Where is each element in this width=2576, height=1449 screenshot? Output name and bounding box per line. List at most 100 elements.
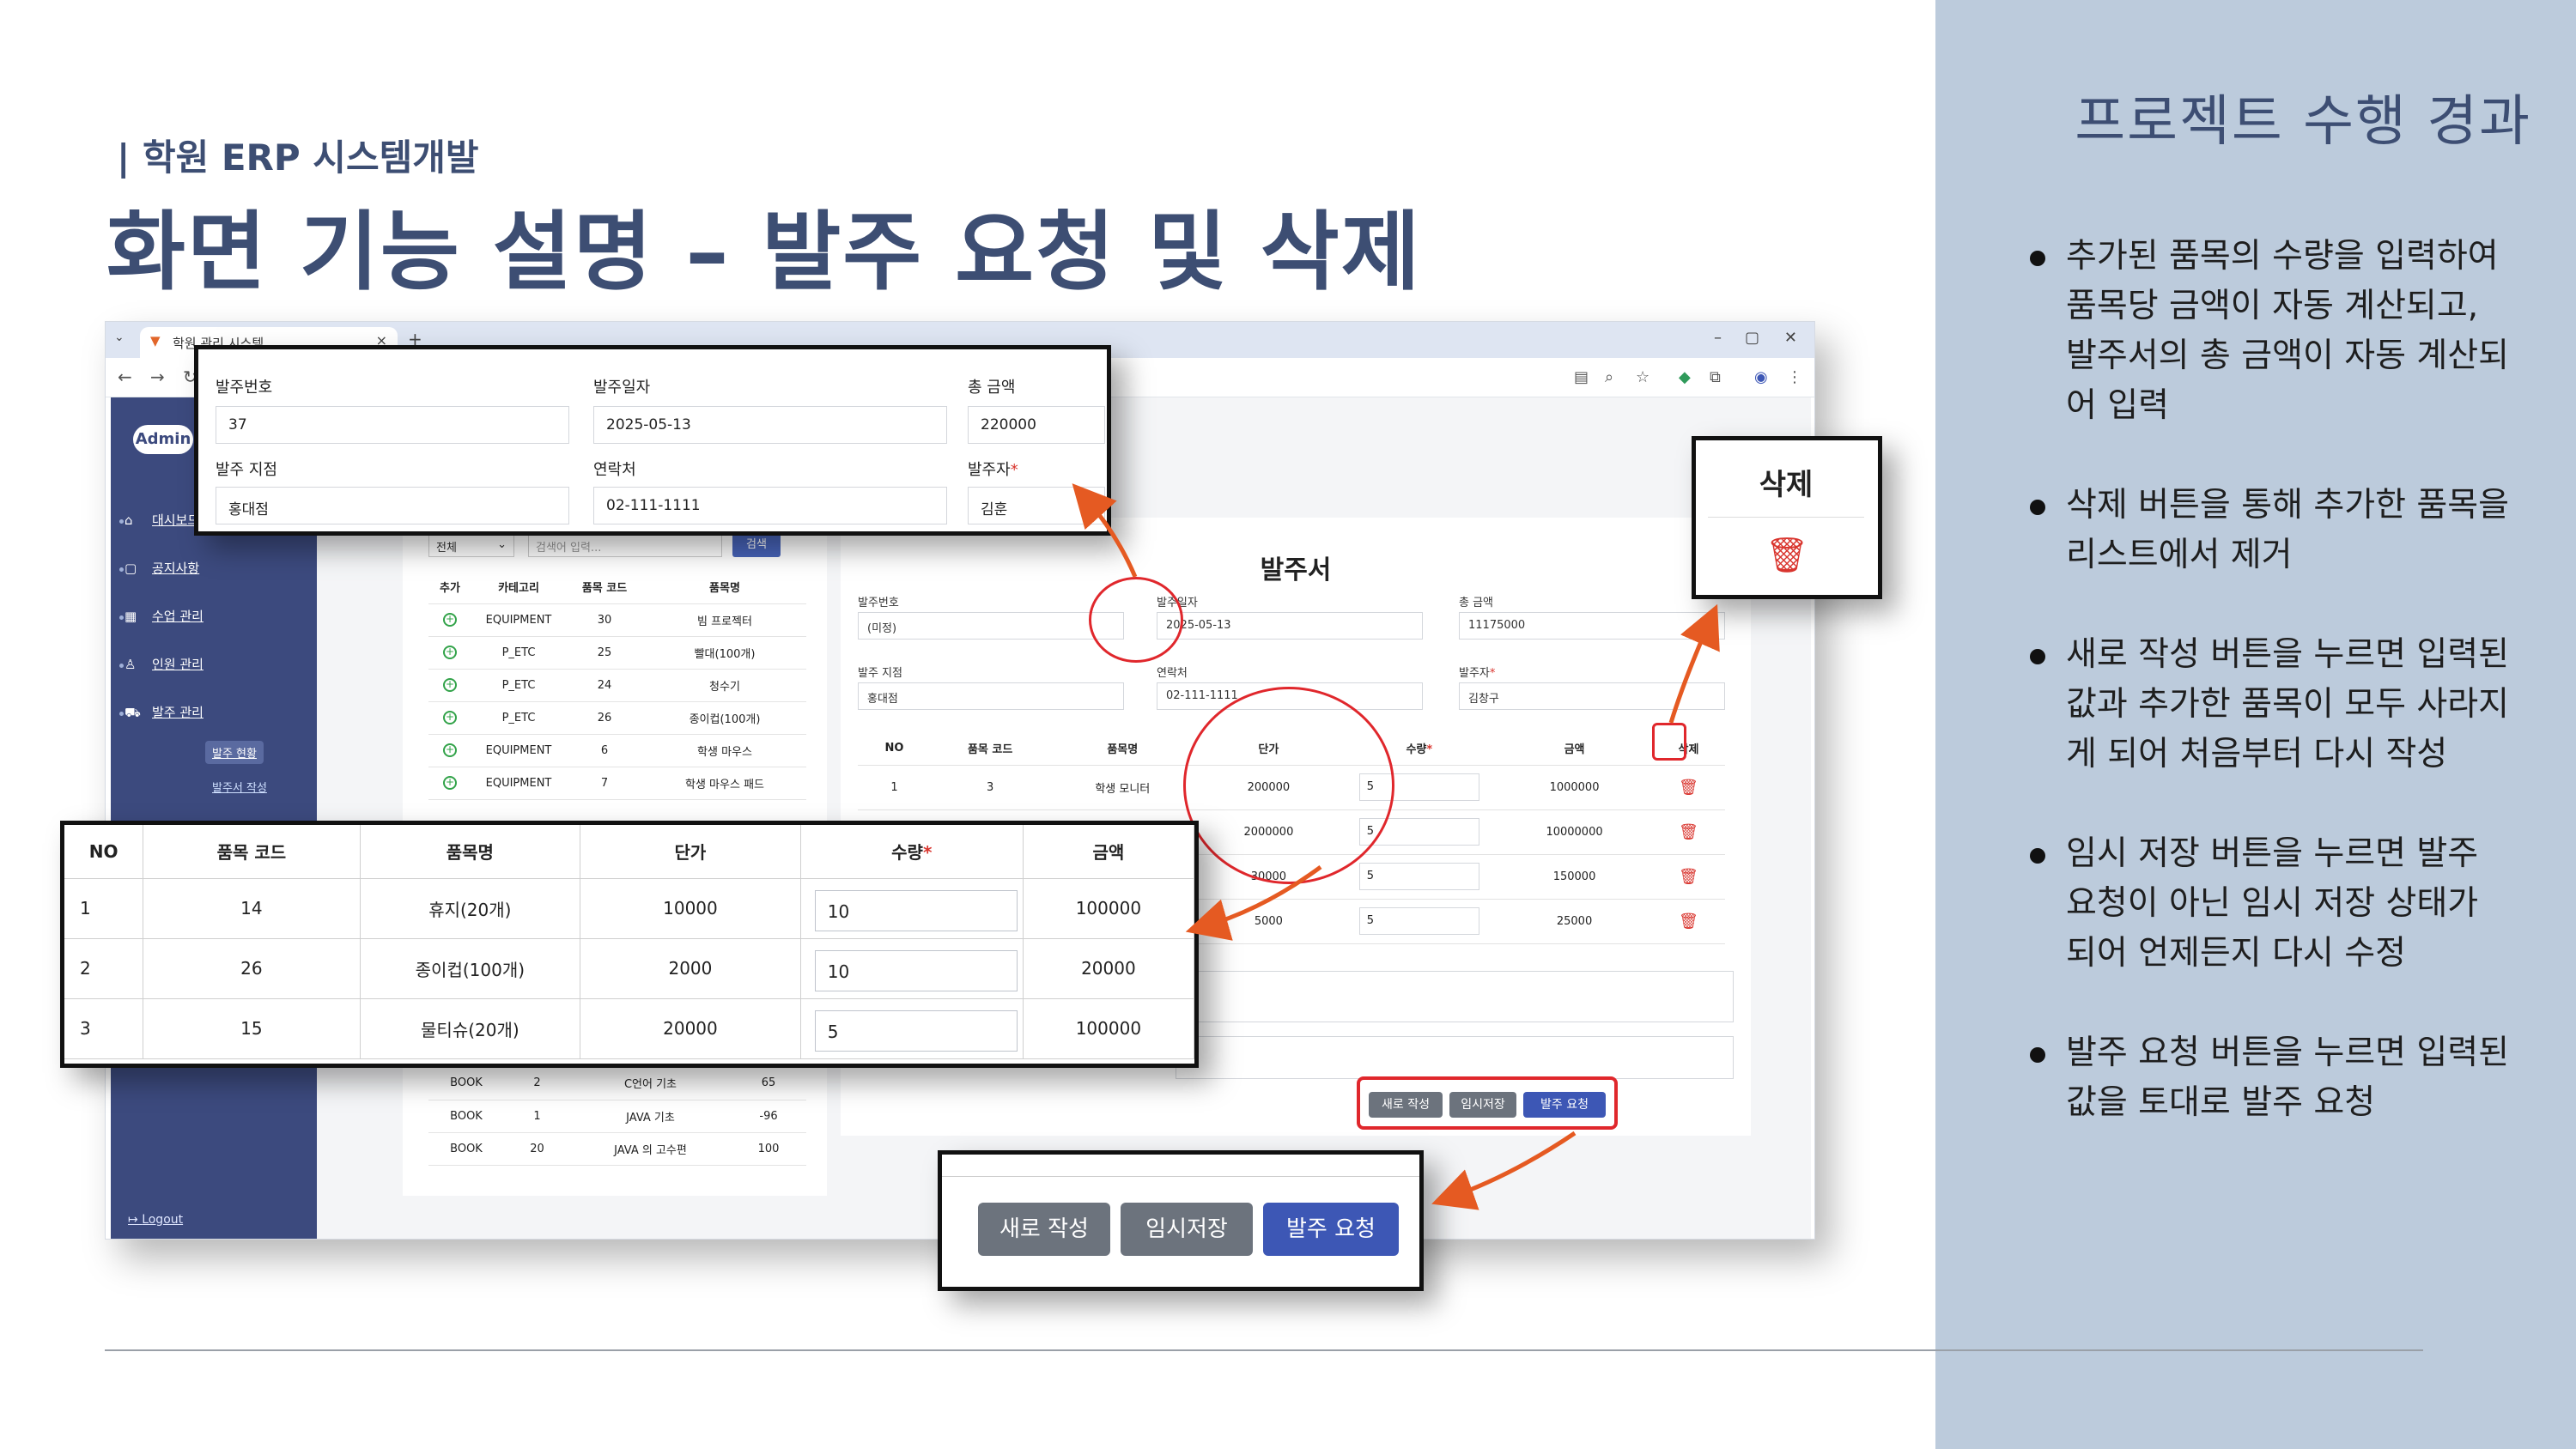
trash-icon[interactable]: 🗑 (1679, 779, 1698, 797)
bullet-dot (119, 712, 124, 716)
quantity-input[interactable]: 10 (814, 890, 1018, 931)
trash-icon[interactable]: 🗑 (1679, 868, 1698, 886)
order-date-field[interactable]: 2025-05-13 (1157, 612, 1423, 640)
add-item-icon[interactable]: + (443, 646, 457, 659)
trash-icon[interactable]: 🗑 (1679, 823, 1698, 841)
bullet-item: 추가된 품목의 수량을 입력하여 품목당 금액이 자동 계산되고, 발주서의 총… (2030, 232, 2511, 431)
new-button[interactable]: 새로 작성 (978, 1203, 1110, 1256)
order-no-field[interactable]: 37 (216, 406, 569, 444)
orderer-field[interactable]: 김훈 (968, 487, 1105, 524)
section-subtitle: | 학원 ERP 시스템개발 (117, 136, 479, 179)
submit-button-small[interactable]: 발주 요청 (1523, 1092, 1606, 1118)
table-row: 2 26 종이컵(100개) 2000 10 20000 (64, 938, 1195, 999)
new-button-small[interactable]: 새로 작성 (1369, 1092, 1443, 1118)
catalog-search-input[interactable]: 검색어 입력... (528, 533, 722, 557)
contact-highlight-circle (1089, 577, 1183, 663)
zoom-icon[interactable]: ⌕ (1605, 368, 1613, 386)
logout-link[interactable]: ↦ Logout (128, 1213, 183, 1227)
label-orderer: 발주자* (968, 461, 1018, 479)
back-icon[interactable]: ← (118, 367, 132, 387)
button-group-highlight: 새로 작성 임시저장 발주 요청 (1357, 1076, 1618, 1130)
order-no-field[interactable]: (미정) (858, 612, 1124, 640)
submit-order-button[interactable]: 발주 요청 (1263, 1203, 1399, 1256)
sidebar-item-class[interactable]: ▦ 수업 관리 (125, 607, 204, 625)
temp-save-button[interactable]: 임시저장 (1121, 1203, 1253, 1256)
calendar-icon: ▦ (125, 609, 137, 624)
extension-icon[interactable]: ◆ (1679, 368, 1691, 386)
header-fields-callout: 발주번호 발주일자 총 금액 37 2025-05-13 220000 발주 지… (194, 345, 1111, 536)
quantity-input[interactable]: 5 (1358, 863, 1479, 890)
maximize-icon[interactable]: ▢ (1745, 329, 1759, 347)
sidebar-item-members[interactable]: ♙ 인원 관리 (125, 655, 204, 673)
search-button[interactable]: 검색 (732, 533, 781, 557)
col-category: 카테고리 (471, 571, 566, 604)
temp-save-button-small[interactable]: 임시저장 (1449, 1092, 1516, 1118)
sidebar-item-dashboard[interactable]: ⌂ 대시보드 (125, 511, 199, 529)
chevron-down-icon: ⌄ (497, 538, 507, 551)
table-row: BOOK 1 JAVA 기초 -96 (428, 1100, 806, 1133)
home-icon: ⌂ (125, 512, 133, 528)
total-field[interactable]: 11175000 (1459, 612, 1725, 640)
slide-title: 화면 기능 설명 – 발주 요청 및 삭제 (106, 202, 1422, 302)
textarea-edge (942, 1155, 1419, 1177)
right-panel-title: 프로젝트 수행 경과 (2075, 90, 2531, 154)
branch-field[interactable]: 홍대점 (216, 487, 569, 524)
table-row: BOOK 2 C언어 기초 65 (428, 1067, 806, 1100)
table-row: 3 15 물티슈(20개) 20000 5 100000 (64, 998, 1195, 1059)
quantity-input[interactable]: 5 (814, 1010, 1018, 1052)
logout-icon: ↦ (128, 1213, 143, 1227)
profile-icon[interactable]: ◉ (1754, 368, 1768, 386)
add-item-icon[interactable]: + (443, 613, 457, 627)
table-row: 1 14 휴지(20개) 10000 10 100000 (64, 878, 1195, 939)
close-window-icon[interactable]: ✕ (1784, 329, 1797, 347)
cart-icon: ⛟ (125, 705, 141, 720)
quantity-input[interactable]: 10 (814, 950, 1018, 991)
label-branch: 발주 지점 (858, 667, 902, 680)
add-item-icon[interactable]: + (443, 678, 457, 692)
add-item-icon[interactable]: + (443, 711, 457, 724)
table-row: BOOK 20 JAVA 의 고수편 100 (428, 1132, 806, 1166)
minimize-icon[interactable]: – (1714, 329, 1722, 347)
label-contact: 연락처 (1157, 667, 1188, 680)
orderer-field[interactable]: 김창구 (1459, 682, 1725, 710)
bookmark-star-icon[interactable]: ☆ (1636, 368, 1649, 386)
puzzle-icon[interactable]: ⧉ (1710, 368, 1721, 386)
contact-field[interactable]: 02-111-1111 (593, 487, 947, 524)
table-row: + EQUIPMENT 6 학생 마우스 (428, 734, 806, 767)
items-table: NO 품목 코드 품목명 단가 수량* 금액 1 14 휴지(20개) 10000 10… (64, 825, 1195, 1059)
sidebar-item-orders[interactable]: ⛟ 발주 관리 (125, 703, 204, 722)
sidebar-sub-order-status[interactable]: 발주 현황 (205, 741, 264, 764)
table-row: + EQUIPMENT 7 학생 마우스 패드 (428, 767, 806, 800)
category-filter-select[interactable]: 전체 ⌄ (428, 533, 514, 557)
delete-column-header: 삭제 (1708, 461, 1864, 518)
label-branch: 발주 지점 (216, 461, 277, 479)
table-row: + P_ETC 25 빨대(100개) (428, 636, 806, 670)
label-total: 총 금액 (1459, 597, 1494, 609)
translate-icon[interactable]: ▤ (1574, 368, 1589, 386)
note-textarea[interactable] (1176, 1036, 1734, 1079)
sidebar-item-notice[interactable]: ▢ 공지사항 (125, 559, 199, 577)
table-row: + P_ETC 26 종이컵(100개) (428, 701, 806, 735)
delete-callout: 삭제 🗑 (1692, 436, 1882, 599)
sidebar-sub-order-write[interactable]: 발주서 작성 (205, 775, 274, 798)
bullet-dot (119, 664, 124, 668)
stock-table: BOOK 2 C언어 기초 65 BOOK 1 JAVA 기초 -96 BOOK 20 JAVA… (428, 1067, 806, 1166)
trash-icon[interactable]: 🗑 (1696, 535, 1878, 575)
forward-icon[interactable]: → (150, 367, 165, 387)
memo-textarea[interactable] (1176, 971, 1734, 1022)
add-item-icon[interactable]: + (443, 743, 457, 757)
add-item-icon[interactable]: + (443, 776, 457, 790)
bullet-item: 임시 저장 버튼을 누르면 발주 요청이 아닌 임시 저장 상태가 되어 언제든… (2030, 829, 2511, 979)
price-highlight-circle (1183, 687, 1394, 884)
quantity-input[interactable]: 5 (1358, 907, 1479, 935)
order-date-field[interactable]: 2025-05-13 (593, 406, 947, 444)
total-field[interactable]: 220000 (968, 406, 1105, 444)
menu-dots-icon[interactable]: ⋮ (1787, 368, 1802, 386)
col-add: 추가 (428, 571, 471, 604)
table-row: + EQUIPMENT 30 빔 프로젝터 (428, 603, 806, 637)
branch-field[interactable]: 홍대점 (858, 682, 1124, 710)
label-contact: 연락처 (593, 461, 636, 479)
tab-list-chevron-icon[interactable]: ⌄ (114, 330, 125, 344)
trash-icon[interactable]: 🗑 (1679, 912, 1698, 931)
slide: | 학원 ERP 시스템개발 화면 기능 설명 – 발주 요청 및 삭제 프로젝… (0, 0, 2576, 1449)
